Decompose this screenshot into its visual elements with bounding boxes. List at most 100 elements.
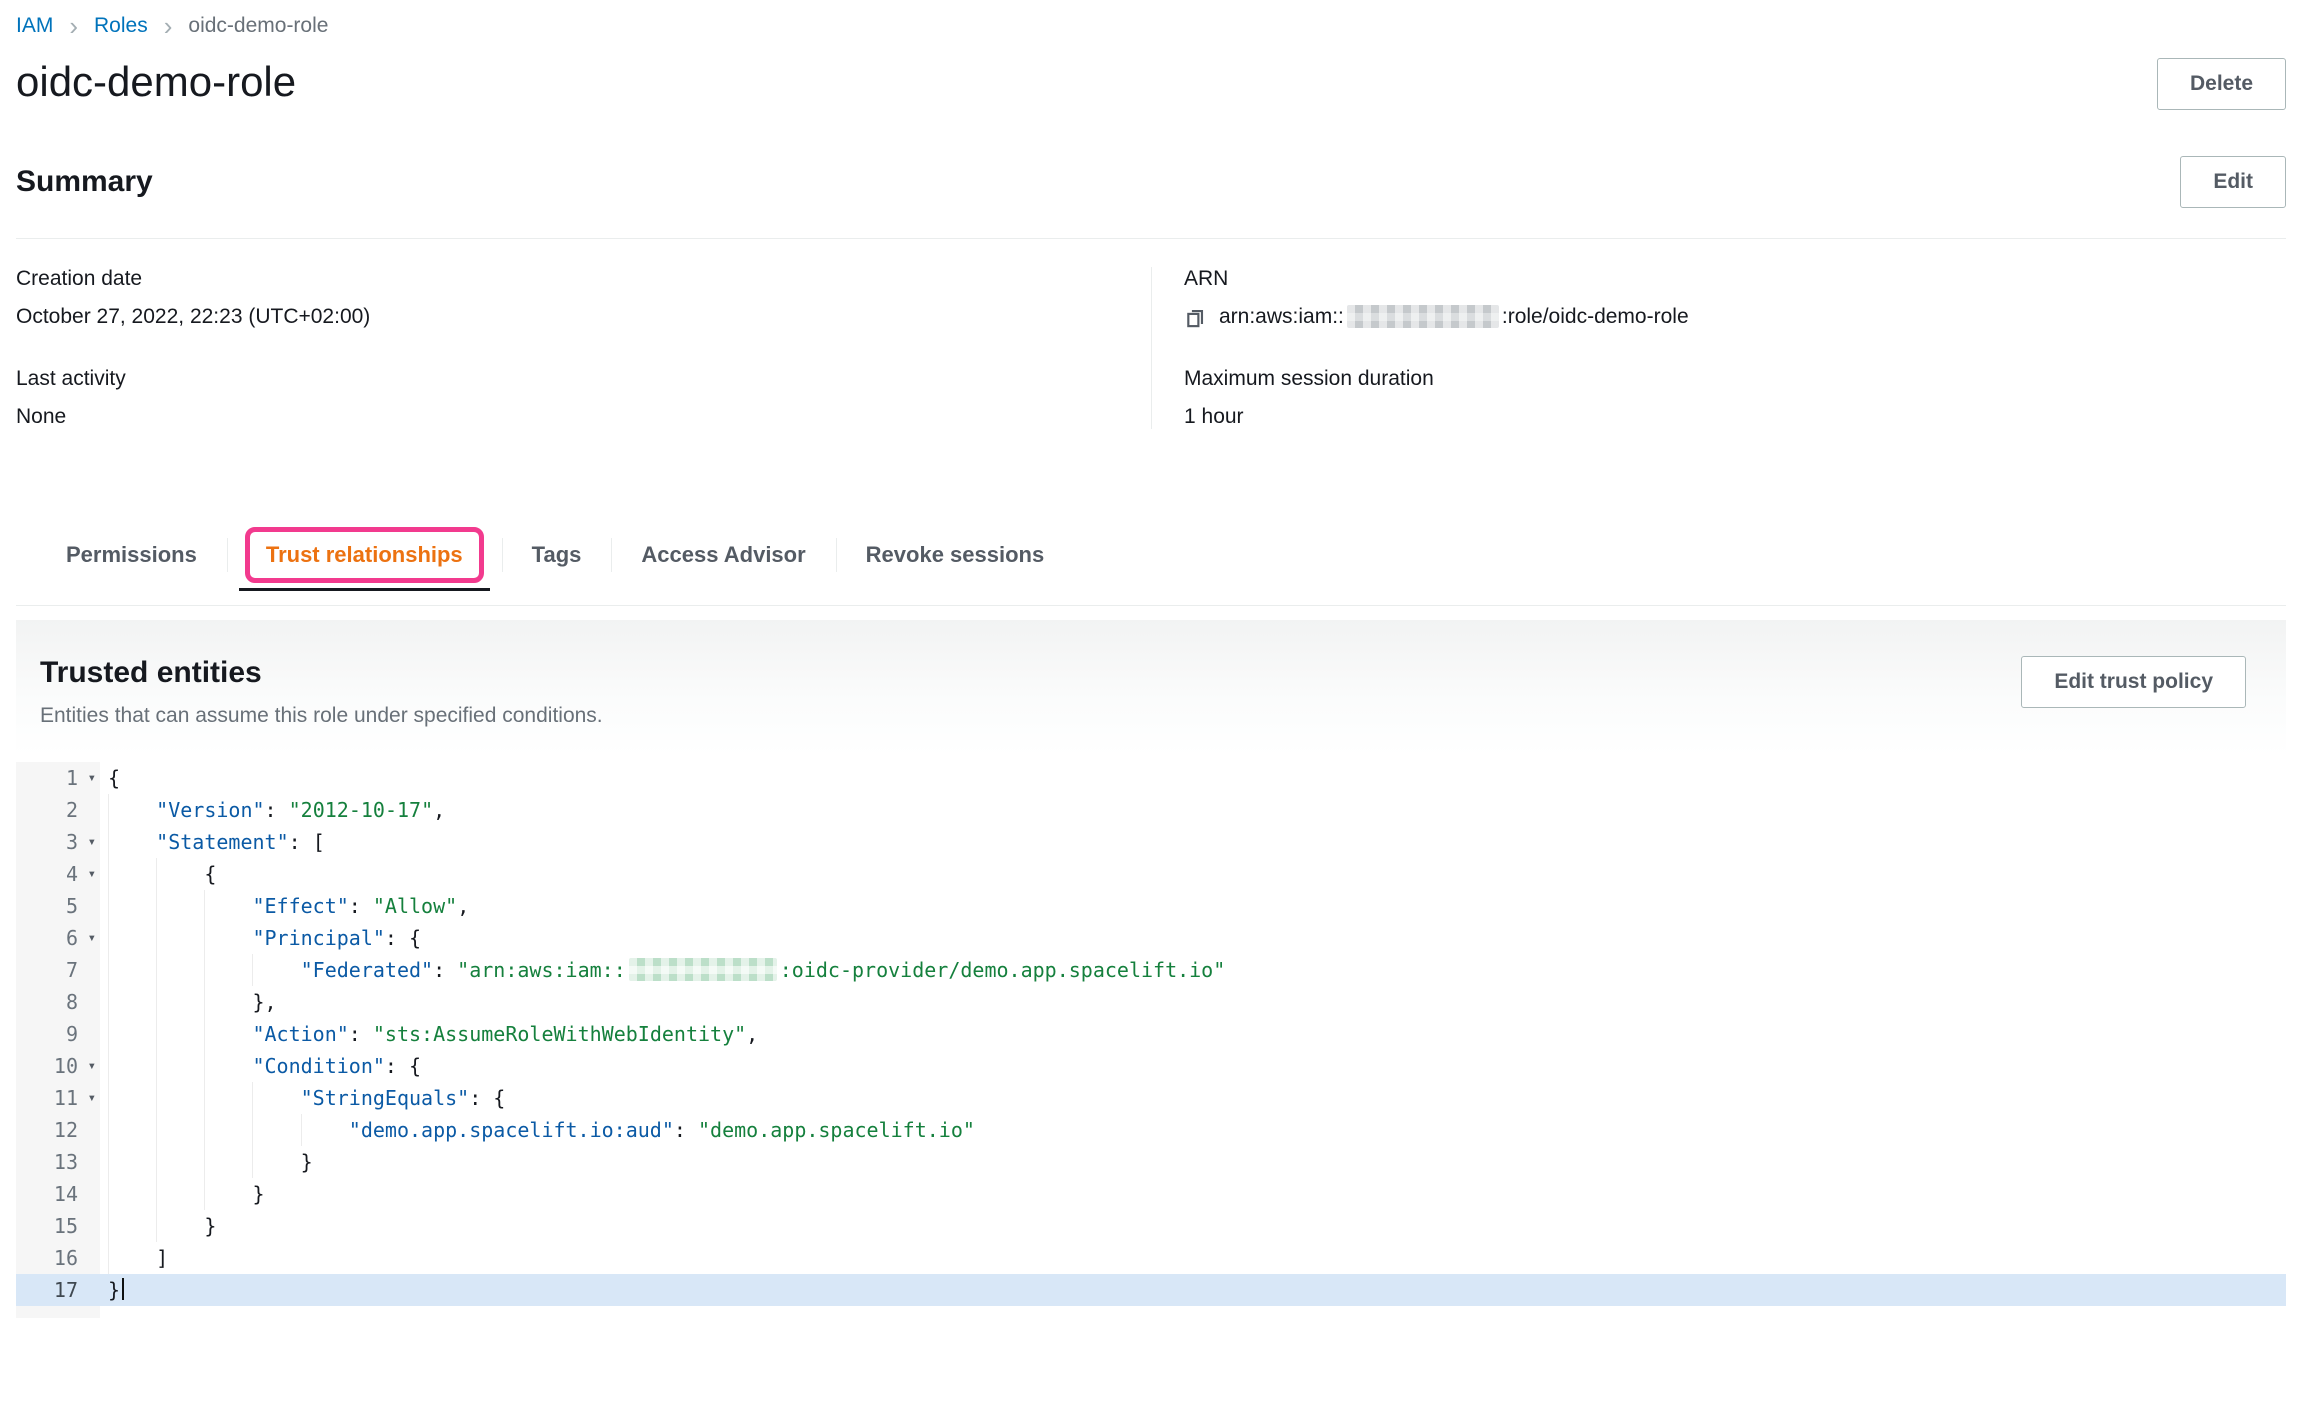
indent-guide bbox=[204, 1050, 252, 1082]
indent-guide bbox=[156, 986, 204, 1018]
editor-line[interactable]: 12"demo.app.spacelift.io:aud": "demo.app… bbox=[16, 1114, 2286, 1146]
indent-guide bbox=[301, 1114, 349, 1146]
editor-line-number[interactable]: 4▾ bbox=[16, 858, 100, 890]
indent-guide bbox=[156, 922, 204, 954]
tab-access-advisor[interactable]: Access Advisor bbox=[611, 519, 835, 591]
editor-line[interactable]: 17} bbox=[16, 1274, 2286, 1306]
chevron-right-icon: › bbox=[69, 16, 78, 36]
editor-line-number[interactable]: 12 bbox=[16, 1114, 100, 1146]
editor-line[interactable]: 4▾{ bbox=[16, 858, 2286, 890]
tab-permissions[interactable]: Permissions bbox=[36, 519, 227, 591]
edit-trust-policy-button[interactable]: Edit trust policy bbox=[2021, 656, 2246, 708]
editor-line-number[interactable]: 7 bbox=[16, 954, 100, 986]
editor-line-number[interactable]: 11▾ bbox=[16, 1082, 100, 1114]
editor-code-line[interactable]: } bbox=[100, 1146, 2286, 1178]
redacted-account-id bbox=[1347, 305, 1499, 328]
editor-code-line[interactable]: "Statement": [ bbox=[100, 826, 2286, 858]
tab-tags[interactable]: Tags bbox=[502, 519, 612, 591]
indent-guide bbox=[252, 1114, 300, 1146]
editor-line-number[interactable]: 15 bbox=[16, 1210, 100, 1242]
indent-guide bbox=[156, 1146, 204, 1178]
fold-toggle-icon[interactable]: ▾ bbox=[88, 858, 96, 890]
editor-code-line[interactable]: "Effect": "Allow", bbox=[100, 890, 2286, 922]
editor-code-line[interactable]: } bbox=[100, 1178, 2286, 1210]
editor-line-number[interactable]: 14 bbox=[16, 1178, 100, 1210]
fold-toggle-icon[interactable]: ▾ bbox=[88, 762, 96, 794]
fold-toggle-icon[interactable]: ▾ bbox=[88, 1082, 96, 1114]
editor-code-line[interactable]: "Version": "2012-10-17", bbox=[100, 794, 2286, 826]
editor-line[interactable]: 16] bbox=[16, 1242, 2286, 1274]
editor-line[interactable]: 10▾"Condition": { bbox=[16, 1050, 2286, 1082]
editor-line[interactable]: 5"Effect": "Allow", bbox=[16, 890, 2286, 922]
editor-line-number[interactable]: 8 bbox=[16, 986, 100, 1018]
indent-guide bbox=[156, 1082, 204, 1114]
indent-guide bbox=[252, 1082, 300, 1114]
editor-code-line[interactable]: "Condition": { bbox=[100, 1050, 2286, 1082]
editor-line[interactable]: 15} bbox=[16, 1210, 2286, 1242]
editor-line[interactable]: 2"Version": "2012-10-17", bbox=[16, 794, 2286, 826]
editor-code-line[interactable]: { bbox=[100, 858, 2286, 890]
field-creation-date: Creation date October 27, 2022, 22:23 (U… bbox=[16, 267, 1151, 329]
editor-line[interactable]: 1▾{ bbox=[16, 762, 2286, 794]
max-session-value: 1 hour bbox=[1184, 405, 2286, 429]
edit-button[interactable]: Edit bbox=[2180, 156, 2286, 208]
editor-line[interactable]: 13} bbox=[16, 1146, 2286, 1178]
editor-line[interactable]: 6▾"Principal": { bbox=[16, 922, 2286, 954]
editor-code-line[interactable]: ] bbox=[100, 1242, 2286, 1274]
indent-guide bbox=[204, 1082, 252, 1114]
summary-fields: Creation date October 27, 2022, 22:23 (U… bbox=[16, 239, 2286, 475]
indent-guide bbox=[204, 922, 252, 954]
tab-trust-relationships[interactable]: Trust relationships bbox=[227, 519, 502, 591]
indent-guide bbox=[204, 1146, 252, 1178]
editor-line[interactable]: 7"Federated": "arn:aws:iam:::oidc-provid… bbox=[16, 954, 2286, 986]
summary-right-column: ARN arn:aws:iam:::role/oidc-demo-role Ma… bbox=[1151, 267, 2286, 429]
redacted-account-id bbox=[629, 958, 777, 981]
chevron-right-icon: › bbox=[164, 16, 173, 36]
iam-role-page: IAM › Roles › oidc-demo-role oidc-demo-r… bbox=[0, 0, 2302, 1420]
delete-button[interactable]: Delete bbox=[2157, 58, 2286, 110]
summary-heading: Summary bbox=[16, 165, 153, 199]
editor-code-line[interactable]: { bbox=[100, 762, 2286, 794]
editor-code-line[interactable]: "demo.app.spacelift.io:aud": "demo.app.s… bbox=[100, 1114, 2286, 1146]
editor-code-line[interactable]: } bbox=[100, 1210, 2286, 1242]
policy-editor[interactable]: 1▾{2"Version": "2012-10-17",3▾"Statement… bbox=[16, 762, 2286, 1318]
last-activity-value: None bbox=[16, 405, 1151, 429]
editor-line-number[interactable]: 9 bbox=[16, 1018, 100, 1050]
indent-guide bbox=[108, 1050, 156, 1082]
indent-guide bbox=[108, 826, 156, 858]
editor-code-line[interactable]: "StringEquals": { bbox=[100, 1082, 2286, 1114]
editor-line-number[interactable]: 2 bbox=[16, 794, 100, 826]
editor-line-number[interactable]: 16 bbox=[16, 1242, 100, 1274]
copy-icon[interactable] bbox=[1184, 306, 1207, 329]
indent-guide bbox=[204, 1018, 252, 1050]
editor-line-number[interactable]: 3▾ bbox=[16, 826, 100, 858]
editor-line-number[interactable]: 5 bbox=[16, 890, 100, 922]
editor-line-number[interactable]: 6▾ bbox=[16, 922, 100, 954]
fold-toggle-icon[interactable]: ▾ bbox=[88, 922, 96, 954]
breadcrumb-roles-link[interactable]: Roles bbox=[94, 14, 148, 38]
editor-code-line[interactable]: }, bbox=[100, 986, 2286, 1018]
indent-guide bbox=[108, 794, 156, 826]
tab-label: Trust relationships bbox=[266, 542, 463, 567]
editor-line-number[interactable]: 17 bbox=[16, 1274, 100, 1306]
editor-code-line[interactable]: "Principal": { bbox=[100, 922, 2286, 954]
editor-line[interactable]: 9"Action": "sts:AssumeRoleWithWebIdentit… bbox=[16, 1018, 2286, 1050]
editor-line-number[interactable]: 1▾ bbox=[16, 762, 100, 794]
editor-line[interactable]: 3▾"Statement": [ bbox=[16, 826, 2286, 858]
indent-guide bbox=[108, 1178, 156, 1210]
editor-line[interactable]: 8}, bbox=[16, 986, 2286, 1018]
fold-toggle-icon[interactable]: ▾ bbox=[88, 826, 96, 858]
fold-toggle-icon[interactable]: ▾ bbox=[88, 1050, 96, 1082]
tab-revoke-sessions[interactable]: Revoke sessions bbox=[836, 519, 1075, 591]
editor-line-number[interactable]: 13 bbox=[16, 1146, 100, 1178]
editor-code-line[interactable]: } bbox=[100, 1274, 2286, 1306]
editor-code-line[interactable]: "Federated": "arn:aws:iam:::oidc-provide… bbox=[100, 954, 2286, 986]
editor-line[interactable]: 14} bbox=[16, 1178, 2286, 1210]
breadcrumb-iam-link[interactable]: IAM bbox=[16, 14, 53, 38]
arn-label: ARN bbox=[1184, 267, 2286, 291]
editor-line[interactable]: 11▾"StringEquals": { bbox=[16, 1082, 2286, 1114]
text-cursor bbox=[122, 1278, 124, 1300]
annotation-highlight-box: Trust relationships bbox=[245, 527, 484, 583]
editor-line-number[interactable]: 10▾ bbox=[16, 1050, 100, 1082]
editor-code-line[interactable]: "Action": "sts:AssumeRoleWithWebIdentity… bbox=[100, 1018, 2286, 1050]
